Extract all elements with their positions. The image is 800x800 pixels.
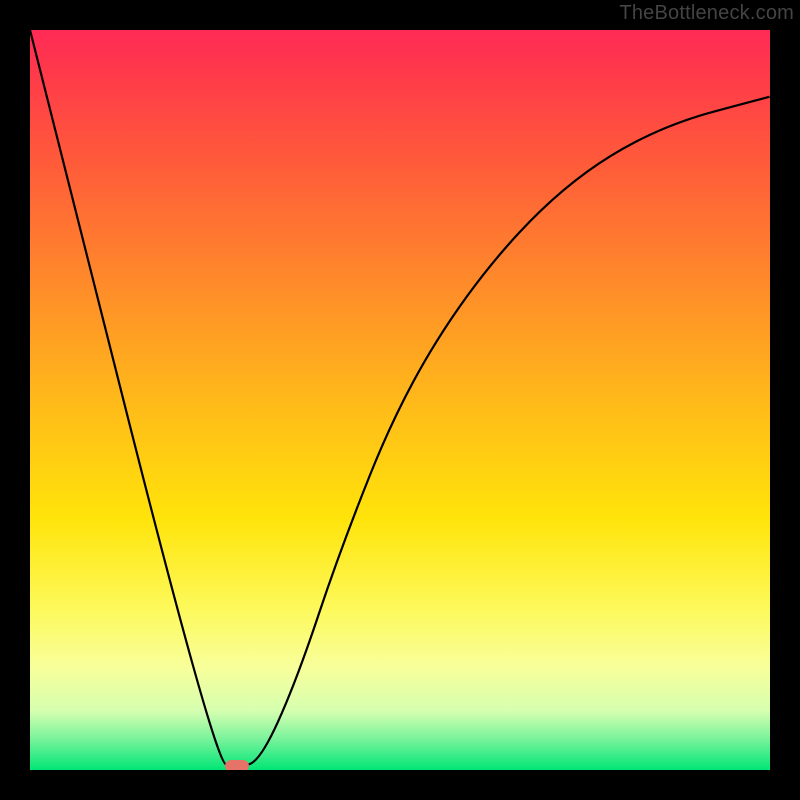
chart-frame: TheBottleneck.com [0,0,800,800]
dip-marker [225,760,249,770]
curve-line [30,30,770,770]
plot-area [30,30,770,770]
watermark-text: TheBottleneck.com [619,2,794,25]
